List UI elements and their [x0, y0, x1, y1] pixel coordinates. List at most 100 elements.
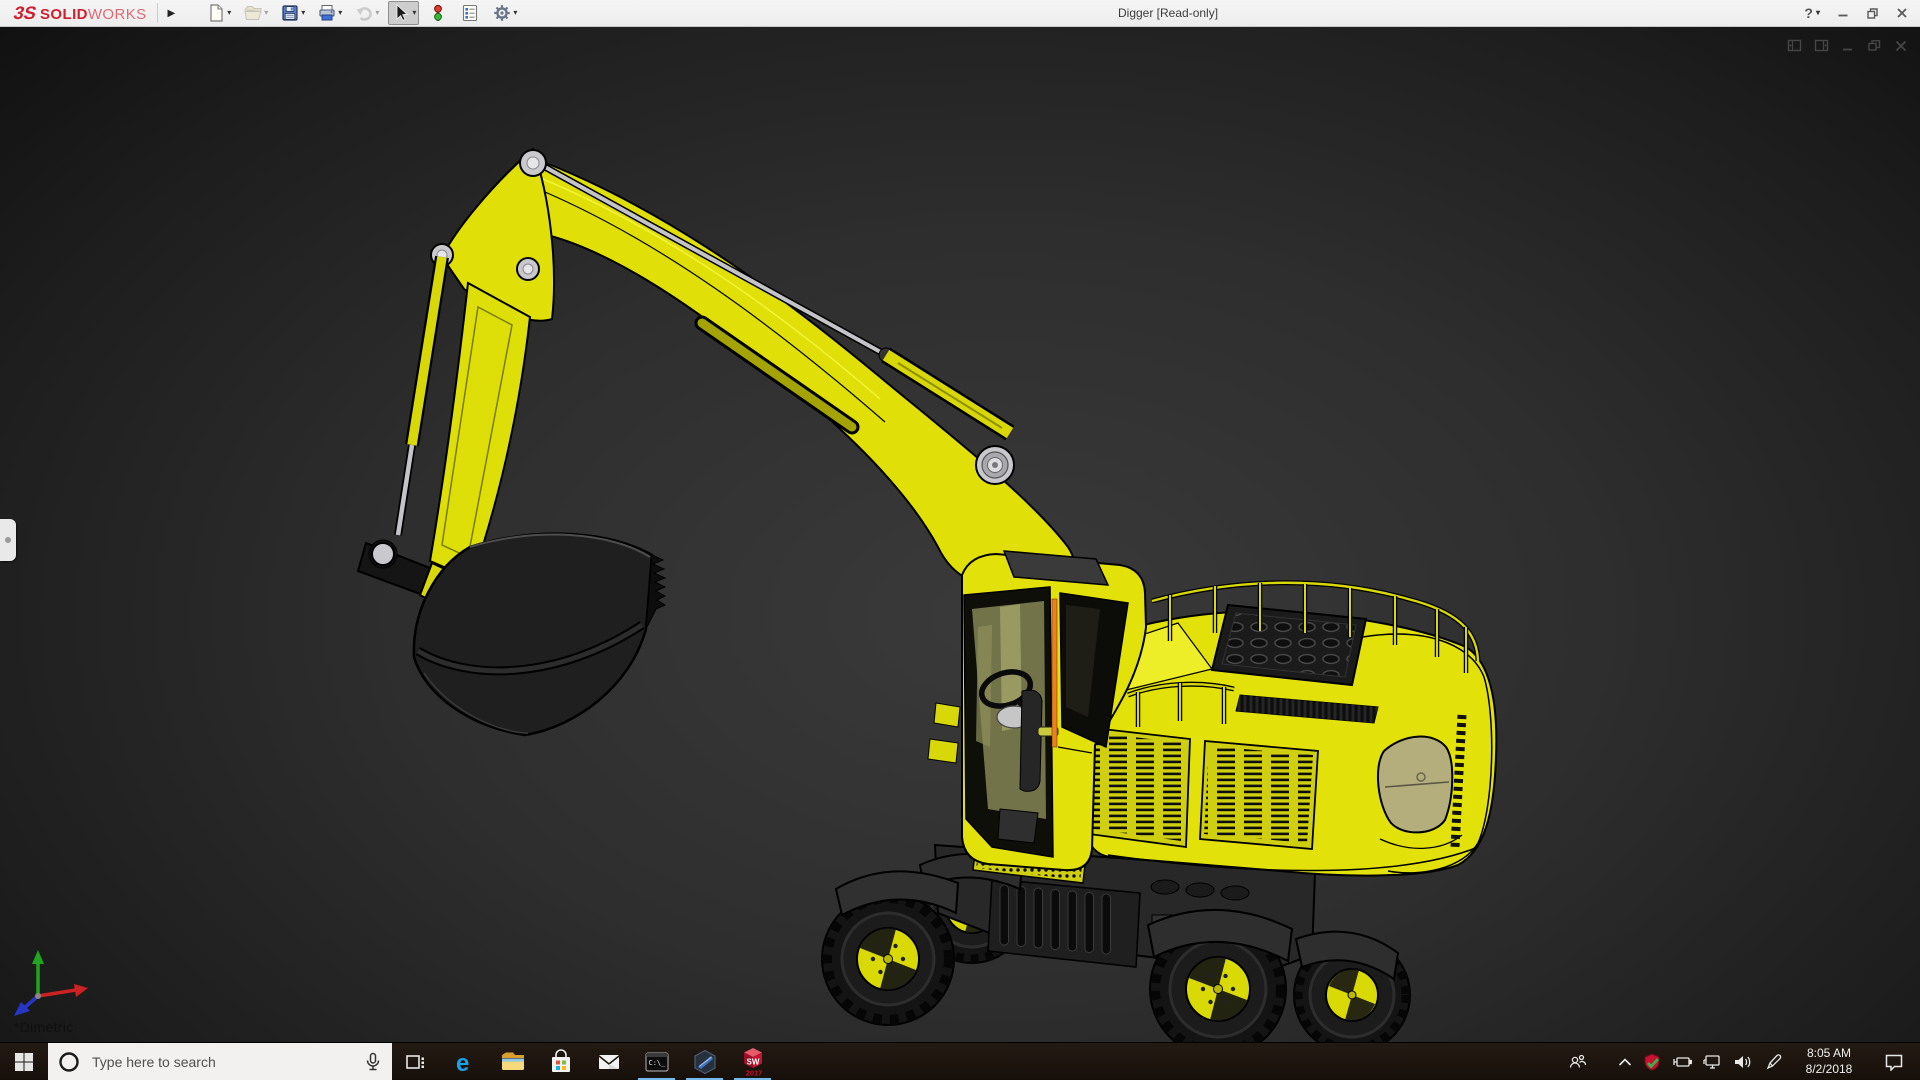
undo-arrow-icon	[356, 7, 373, 21]
tray-pen-icon[interactable]	[1760, 1043, 1788, 1080]
cab-step	[927, 738, 959, 764]
quick-access-toolbar: ▾ ▾ ▾ ▾ ▾ ▾ ▾	[203, 1, 520, 25]
notification-bubble-icon	[1885, 1054, 1903, 1071]
excavator-model[interactable]	[0, 27, 1920, 1042]
window-controls: ? ▾	[1804, 0, 1908, 26]
close-button[interactable]	[1896, 7, 1908, 19]
file-explorer-icon	[501, 1052, 524, 1070]
print-icon	[319, 5, 335, 21]
doc-restore-icon[interactable]	[1867, 38, 1882, 53]
solidworks-window: 3S SOLID WORKS ▶ ▾ ▾ ▾ ▾ ▾ ▾ ▾ Digger [R…	[0, 0, 1920, 1080]
dropdown-caret-icon: ▾	[375, 8, 380, 17]
restore-button[interactable]	[1866, 7, 1879, 20]
tray-people-icon[interactable]	[1563, 1043, 1593, 1080]
windows-taskbar: e	[0, 1042, 1920, 1080]
graphics-viewport[interactable]: *Dimetric	[0, 27, 1920, 1042]
brand-text-works: WORKS	[87, 5, 147, 23]
close-icon	[1897, 8, 1907, 18]
rear-window-cutout	[1377, 735, 1454, 834]
tray-display-network-icon[interactable]	[1698, 1043, 1726, 1080]
cab-door-panel	[997, 808, 1039, 844]
collapsed-panel-tab[interactable]	[0, 519, 16, 561]
taskbar-app-solidworks-2017[interactable]: SW 2017	[729, 1043, 776, 1080]
taskbar-app-mail[interactable]	[585, 1043, 632, 1080]
cab-step	[933, 702, 961, 728]
cortana-icon	[59, 1052, 79, 1072]
doc-minimize-icon[interactable]	[1841, 39, 1855, 53]
dipper-arm[interactable]	[428, 281, 532, 581]
task-view-icon	[406, 1055, 424, 1069]
svg-text:SW: SW	[746, 1058, 759, 1067]
select-tool-button[interactable]: ▾	[388, 1, 420, 25]
pane-toggle-a-icon[interactable]	[1787, 38, 1802, 53]
clock-date: 8/2/2018	[1805, 1062, 1853, 1076]
cab-pillar-orange-strip	[1051, 598, 1058, 748]
bucket-cylinder[interactable]	[394, 255, 449, 536]
command-prompt-icon: C:\_	[644, 1052, 669, 1072]
taskbar-app-edge[interactable]: e	[441, 1043, 488, 1080]
minimize-button[interactable]	[1837, 7, 1849, 19]
file-properties-button[interactable]	[457, 1, 483, 25]
operator-seat	[1019, 689, 1043, 792]
dropdown-caret-icon[interactable]: ▾	[412, 9, 416, 17]
taskbar-app-file-explorer[interactable]	[489, 1043, 536, 1080]
help-button[interactable]: ? ▾	[1804, 5, 1820, 21]
taskbar-app-store[interactable]	[537, 1043, 584, 1080]
action-center-button[interactable]	[1872, 1043, 1916, 1080]
expand-arrow-icon: ▶	[167, 7, 176, 19]
tray-solidworks-resource-monitor-icon[interactable]	[1639, 1043, 1665, 1080]
clock-time: 8:05 AM	[1806, 1046, 1852, 1061]
open-button[interactable]: ▾	[240, 1, 271, 25]
solidworks-2017-icon: SW 2017	[743, 1048, 762, 1078]
taskbar-app-solidworks-hexagon[interactable]	[681, 1043, 728, 1080]
svg-text:2017: 2017	[745, 1069, 762, 1078]
solidworks-hexagon-icon	[693, 1049, 716, 1075]
rebuild-stoplight-icon	[434, 4, 443, 21]
title-bar: 3S SOLID WORKS ▶ ▾ ▾ ▾ ▾ ▾ ▾ ▾ Digger [R…	[0, 0, 1920, 27]
taskbar-search[interactable]	[48, 1043, 392, 1080]
microsoft-store-icon	[551, 1049, 570, 1072]
menu-expand-button[interactable]: ▶	[156, 3, 186, 23]
print-button[interactable]: ▾	[314, 1, 345, 25]
view-orientation-label: *Dimetric	[14, 1019, 74, 1035]
tray-volume-icon[interactable]	[1728, 1043, 1758, 1080]
minimize-icon	[1838, 14, 1848, 17]
dropdown-caret-icon: ▾	[264, 8, 269, 17]
windows-logo-icon	[15, 1053, 33, 1071]
start-button[interactable]	[0, 1043, 48, 1080]
save-floppy-icon	[282, 5, 298, 21]
engine-block[interactable]	[1210, 603, 1368, 687]
boom-pivot-pin	[975, 445, 1015, 485]
save-button[interactable]: ▾	[277, 1, 308, 25]
tray-chevron-up-icon[interactable]	[1611, 1043, 1639, 1080]
dropdown-caret-icon[interactable]: ▾	[227, 9, 231, 17]
tray-power-icon[interactable]	[1668, 1043, 1696, 1080]
new-document-button[interactable]: ▾	[203, 1, 234, 25]
svg-text:C:\_: C:\_	[648, 1059, 666, 1067]
dassault-3ds-logo-icon: 3S	[11, 2, 39, 23]
svg-text:e: e	[456, 1050, 469, 1075]
file-properties-icon	[463, 4, 478, 22]
rebuild-button[interactable]	[425, 1, 451, 25]
document-window-controls	[1787, 38, 1908, 53]
open-folder-icon	[244, 6, 262, 20]
undo-button[interactable]: ▾	[351, 1, 382, 25]
dropdown-caret-icon[interactable]: ▾	[513, 9, 517, 17]
task-view-button[interactable]	[392, 1043, 438, 1080]
taskbar-app-command-prompt[interactable]: C:\_	[633, 1043, 680, 1080]
help-icon: ?	[1804, 5, 1813, 21]
dropdown-caret-icon: ▾	[1815, 8, 1820, 17]
options-gear-icon	[494, 5, 511, 21]
restore-icon	[1867, 7, 1878, 19]
search-input[interactable]	[90, 1053, 364, 1071]
taskbar-clock[interactable]: 8:05 AM 8/2/2018	[1788, 1043, 1870, 1080]
document-title: Digger [Read-only]	[1118, 6, 1219, 20]
bucket[interactable]	[412, 532, 667, 737]
microphone-icon[interactable]	[364, 1052, 382, 1072]
brand-text-solid: SOLID	[40, 5, 88, 23]
options-button[interactable]: ▾	[489, 1, 520, 25]
dropdown-caret-icon[interactable]: ▾	[338, 9, 342, 17]
doc-close-icon[interactable]	[1894, 39, 1908, 53]
pane-toggle-b-icon[interactable]	[1814, 38, 1829, 53]
dropdown-caret-icon[interactable]: ▾	[301, 9, 305, 17]
